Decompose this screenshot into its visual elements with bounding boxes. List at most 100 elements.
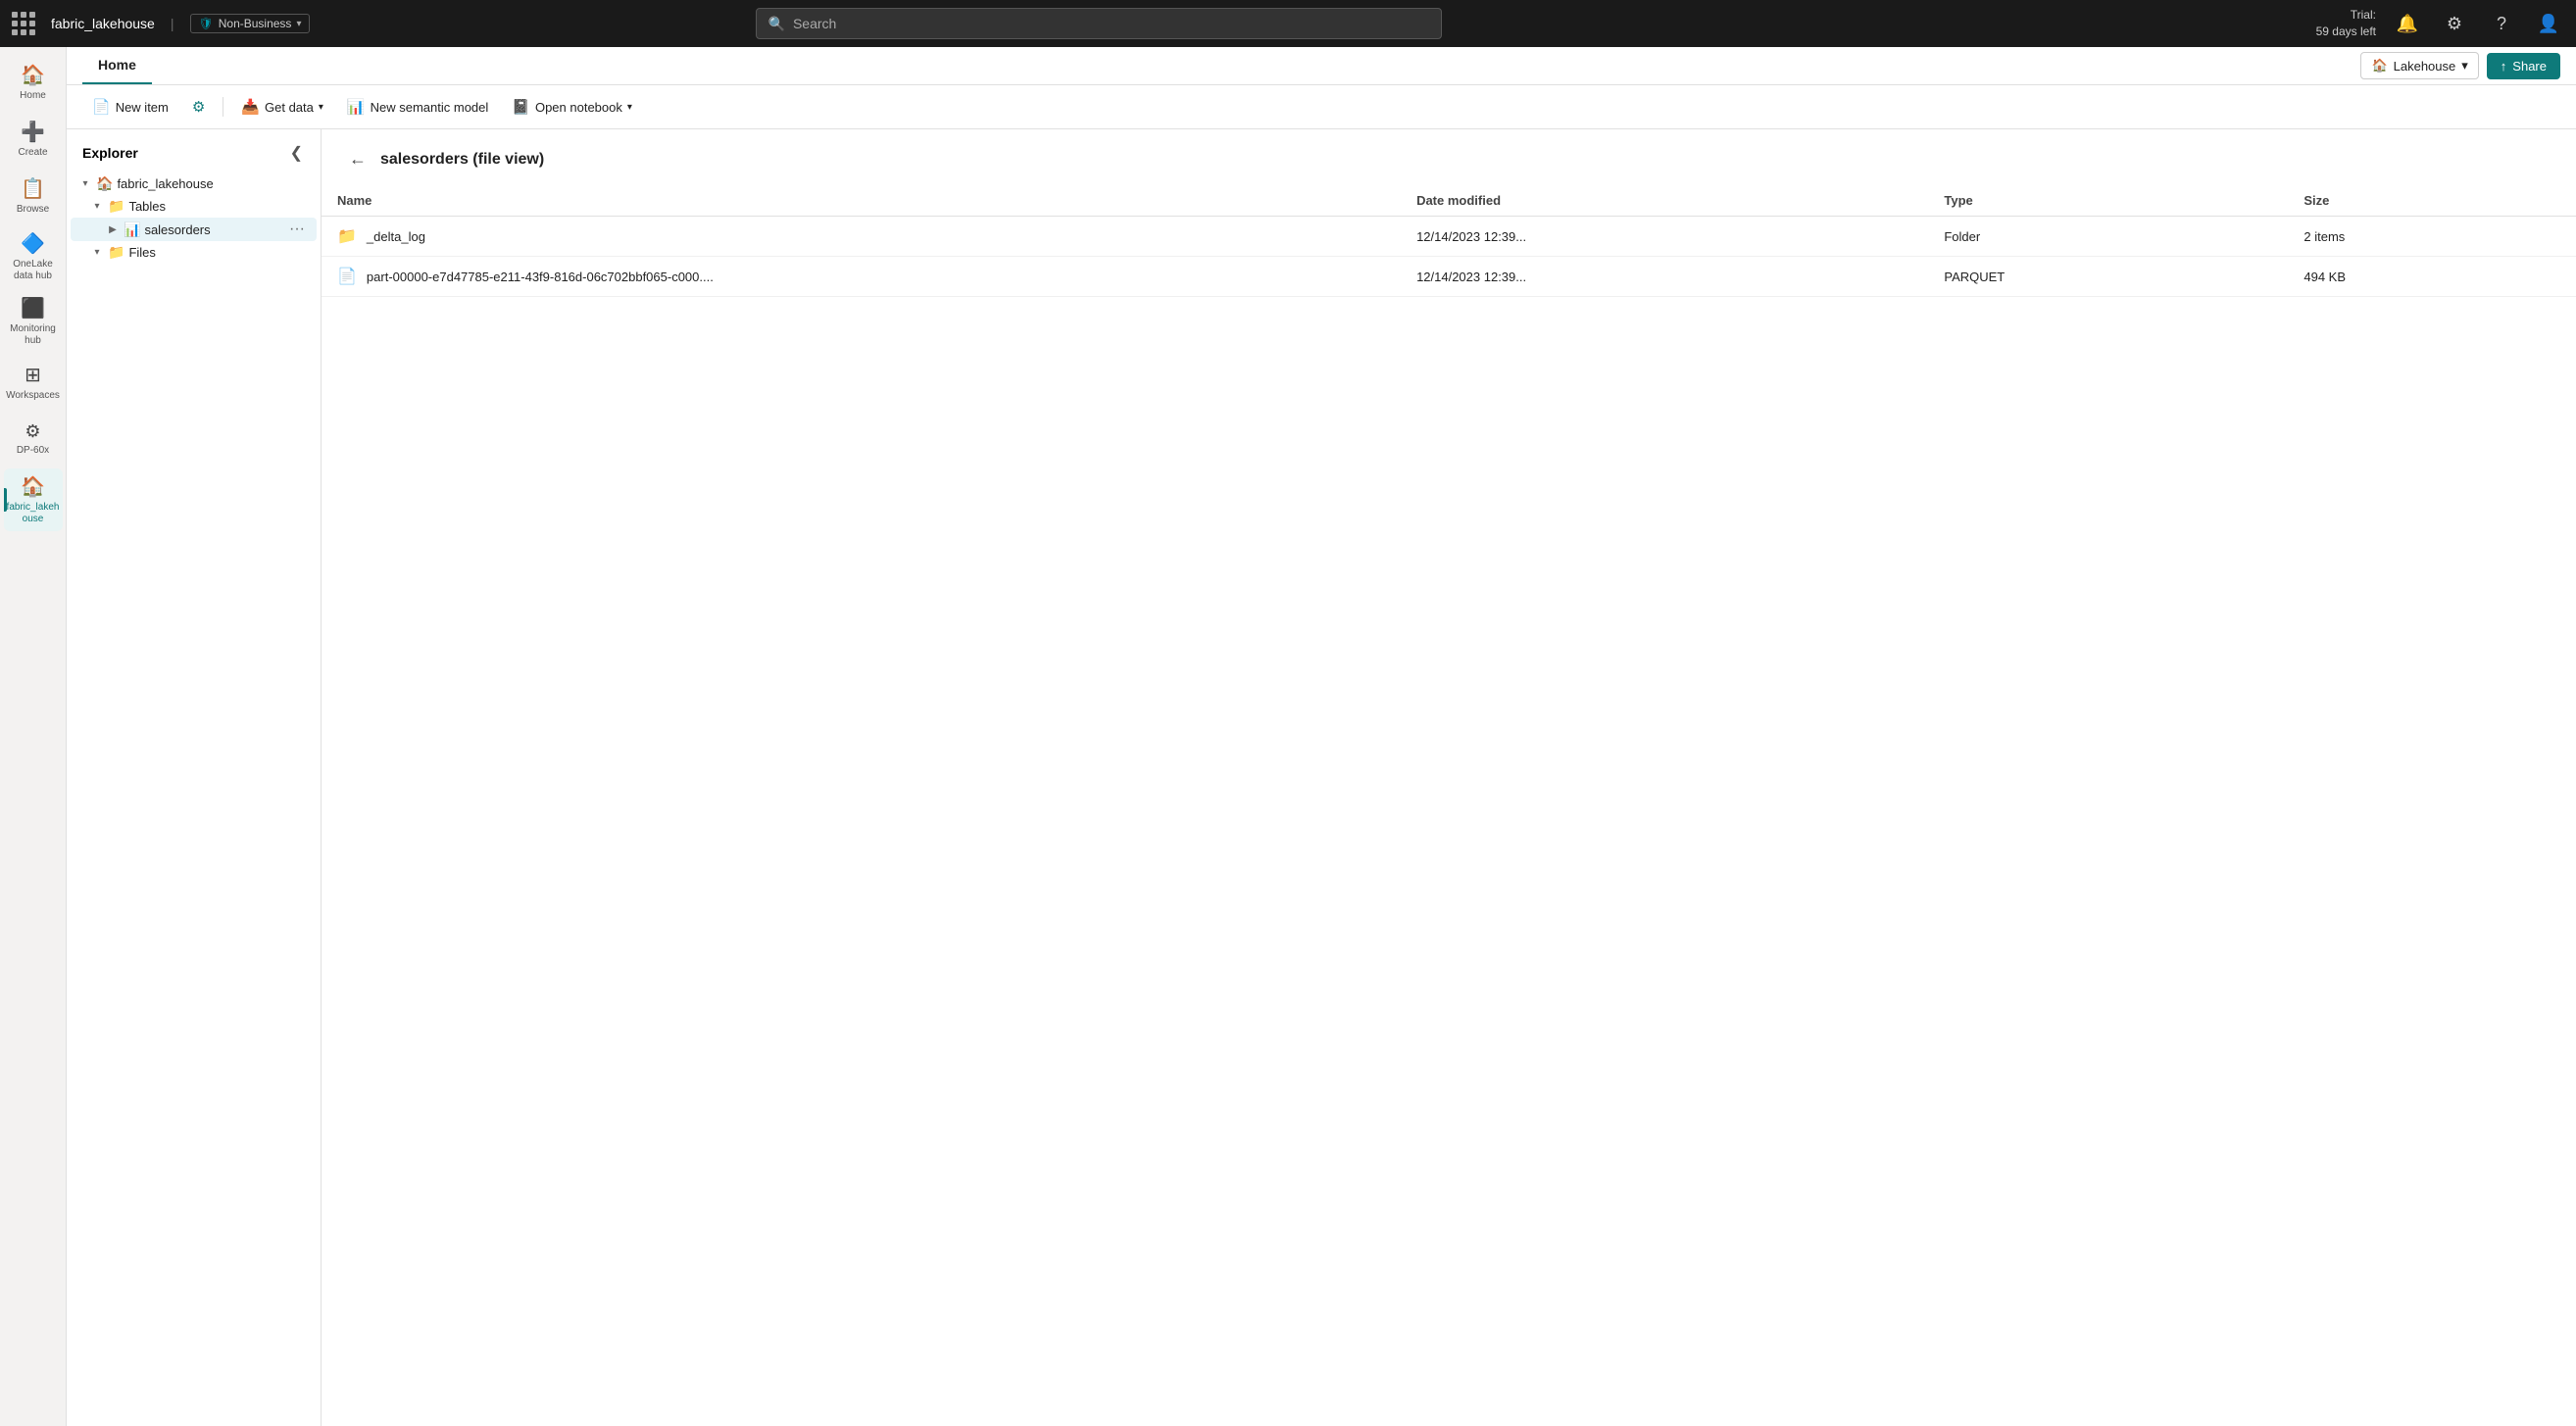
tables-chevron-icon: ▾ xyxy=(90,201,104,212)
fabric-lakehouse-icon: 🏠 xyxy=(21,474,45,499)
sidebar-item-home[interactable]: 🏠 Home xyxy=(4,55,63,110)
tree-salesorders[interactable]: ▶ 📊 salesorders ··· xyxy=(71,218,317,241)
share-icon: ↑ xyxy=(2501,59,2507,74)
files-folder-icon: 📁 xyxy=(108,244,124,261)
file-date: 12/14/2023 12:39... xyxy=(1401,217,1928,257)
classification-badge[interactable]: 🛡 Non-Business ▾ xyxy=(190,14,311,33)
file-date: 12/14/2023 12:39... xyxy=(1401,257,1928,297)
file-size: 494 KB xyxy=(2288,257,2576,297)
new-item-icon: 📄 xyxy=(92,98,111,116)
sidebar-item-onelake[interactable]: 🔷 OneLake data hub xyxy=(4,225,63,288)
sidebar-item-create[interactable]: ➕ Create xyxy=(4,112,63,167)
create-icon: ➕ xyxy=(21,120,45,144)
salesorders-chevron-icon: ▶ xyxy=(106,224,120,235)
file-view: ← salesorders (file view) Name Date modi… xyxy=(322,129,2576,1426)
share-button[interactable]: ↑ Share xyxy=(2487,53,2560,79)
salesorders-table-icon: 📊 xyxy=(124,221,140,238)
semantic-model-icon: 📊 xyxy=(347,98,366,116)
sidebar-item-dp60x[interactable]: ⚙ DP-60x xyxy=(4,412,63,467)
lakehouse-dropdown-button[interactable]: 🏠 Lakehouse ▾ xyxy=(2360,52,2478,79)
explorer-header: Explorer ❮ xyxy=(67,129,321,172)
shield-icon: 🛡 xyxy=(199,17,214,30)
get-data-icon: 📥 xyxy=(241,98,260,116)
tree-files[interactable]: ▾ 📁 Files xyxy=(71,241,317,264)
main-layout: 🏠 Home ➕ Create 📋 Browse 🔷 OneLake data … xyxy=(0,47,2576,1426)
badge-chevron-icon: ▾ xyxy=(296,19,301,29)
topbar-right: Trial: 59 days left 🔔 ⚙ ? 👤 xyxy=(2316,7,2564,40)
sidebar-create-label: Create xyxy=(18,147,47,159)
notifications-button[interactable]: 🔔 xyxy=(2392,8,2423,39)
sidebar-onelake-label: OneLake data hub xyxy=(8,259,59,282)
open-notebook-button[interactable]: 📓 Open notebook ▾ xyxy=(502,93,642,121)
explorer-panel: Explorer ❮ ▾ 🏠 fabric_lakehouse ▾ 📁 Tabl… xyxy=(67,129,322,1426)
sidebar-home-label: Home xyxy=(20,90,46,102)
file-view-header: ← salesorders (file view) xyxy=(322,129,2576,185)
search-bar[interactable]: 🔍 xyxy=(756,8,1442,39)
file-table: Name Date modified Type Size 📁 _delta_lo… xyxy=(322,185,2576,297)
browse-icon: 📋 xyxy=(21,176,45,201)
onelake-icon: 🔷 xyxy=(21,231,45,256)
help-button[interactable]: ? xyxy=(2486,8,2517,39)
trial-info: Trial: 59 days left xyxy=(2316,7,2376,40)
folder-row-icon: 📁 xyxy=(337,226,357,246)
search-input[interactable] xyxy=(793,16,1429,31)
sidebar-item-monitoring[interactable]: ⬛ Monitoring hub xyxy=(4,290,63,353)
notebook-icon: 📓 xyxy=(512,98,530,116)
col-size: Size xyxy=(2288,185,2576,217)
settings-button[interactable]: ⚙ xyxy=(2439,8,2470,39)
tab-right-btns: 🏠 Lakehouse ▾ ↑ Share xyxy=(2360,52,2560,79)
sidebar-item-fabric-lakehouse[interactable]: 🏠 fabric_lakeh ouse xyxy=(4,468,63,531)
root-icon: 🏠 xyxy=(96,175,113,192)
sidebar-icons: 🏠 Home ➕ Create 📋 Browse 🔷 OneLake data … xyxy=(0,47,67,1426)
tree-tables[interactable]: ▾ 📁 Tables xyxy=(71,195,317,218)
settings-toolbar-button[interactable]: ⚙ xyxy=(182,93,215,121)
file-type: PARQUET xyxy=(1928,257,2288,297)
app-name: fabric_lakehouse xyxy=(51,16,155,31)
sidebar-browse-label: Browse xyxy=(17,204,49,216)
workspaces-icon: ⊞ xyxy=(25,363,41,387)
monitoring-icon: ⬛ xyxy=(21,296,45,320)
lakehouse-chevron-icon: ▾ xyxy=(2461,58,2468,74)
tab-bar: Home 🏠 Lakehouse ▾ ↑ Share xyxy=(67,47,2576,85)
tree-root[interactable]: ▾ 🏠 fabric_lakehouse xyxy=(71,172,317,195)
home-icon: 🏠 xyxy=(21,63,45,87)
account-button[interactable]: 👤 xyxy=(2533,8,2564,39)
col-date: Date modified xyxy=(1401,185,1928,217)
new-item-button[interactable]: 📄 New item xyxy=(82,93,178,121)
lakehouse-icon: 🏠 xyxy=(2371,58,2387,74)
app-grid-icon[interactable] xyxy=(12,12,35,35)
file-size: 2 items xyxy=(2288,217,2576,257)
file-type: Folder xyxy=(1928,217,2288,257)
file-name: _delta_log xyxy=(367,229,425,244)
new-semantic-model-button[interactable]: 📊 New semantic model xyxy=(337,93,498,121)
settings-toolbar-icon: ⚙ xyxy=(192,98,205,116)
col-name: Name xyxy=(322,185,1401,217)
sidebar-dp60x-label: DP-60x xyxy=(17,445,49,457)
get-data-chevron-icon: ▾ xyxy=(319,102,323,113)
table-row[interactable]: 📄 part-00000-e7d47785-e211-43f9-816d-06c… xyxy=(322,257,2576,297)
sidebar-item-browse[interactable]: 📋 Browse xyxy=(4,169,63,223)
root-chevron-icon: ▾ xyxy=(78,178,92,189)
sidebar-item-workspaces[interactable]: ⊞ Workspaces xyxy=(4,355,63,410)
dp60x-icon: ⚙ xyxy=(25,421,40,442)
files-chevron-icon: ▾ xyxy=(90,247,104,258)
notebook-chevron-icon: ▾ xyxy=(627,102,632,113)
tab-home[interactable]: Home xyxy=(82,47,152,84)
topbar: fabric_lakehouse | 🛡 Non-Business ▾ 🔍 Tr… xyxy=(0,0,2576,47)
toolbar: 📄 New item ⚙ 📥 Get data ▾ 📊 New semantic… xyxy=(67,85,2576,129)
table-row[interactable]: 📁 _delta_log 12/14/2023 12:39... Folder … xyxy=(322,217,2576,257)
file-row-icon: 📄 xyxy=(337,267,357,286)
explorer-title: Explorer xyxy=(82,145,138,161)
search-icon: 🔍 xyxy=(768,16,785,32)
sidebar-fabric-lakehouse-label: fabric_lakeh ouse xyxy=(7,502,60,525)
sidebar-monitoring-label: Monitoring hub xyxy=(8,323,59,347)
get-data-button[interactable]: 📥 Get data ▾ xyxy=(231,93,333,121)
back-button[interactable]: ← xyxy=(345,145,371,173)
explorer-close-button[interactable]: ❮ xyxy=(288,141,305,165)
col-type: Type xyxy=(1928,185,2288,217)
file-view-title: salesorders (file view) xyxy=(380,151,544,169)
salesorders-more-button[interactable]: ··· xyxy=(285,221,309,238)
tables-folder-icon: 📁 xyxy=(108,198,124,215)
file-name: part-00000-e7d47785-e211-43f9-816d-06c70… xyxy=(367,270,714,284)
sidebar-workspaces-label: Workspaces xyxy=(6,390,60,402)
